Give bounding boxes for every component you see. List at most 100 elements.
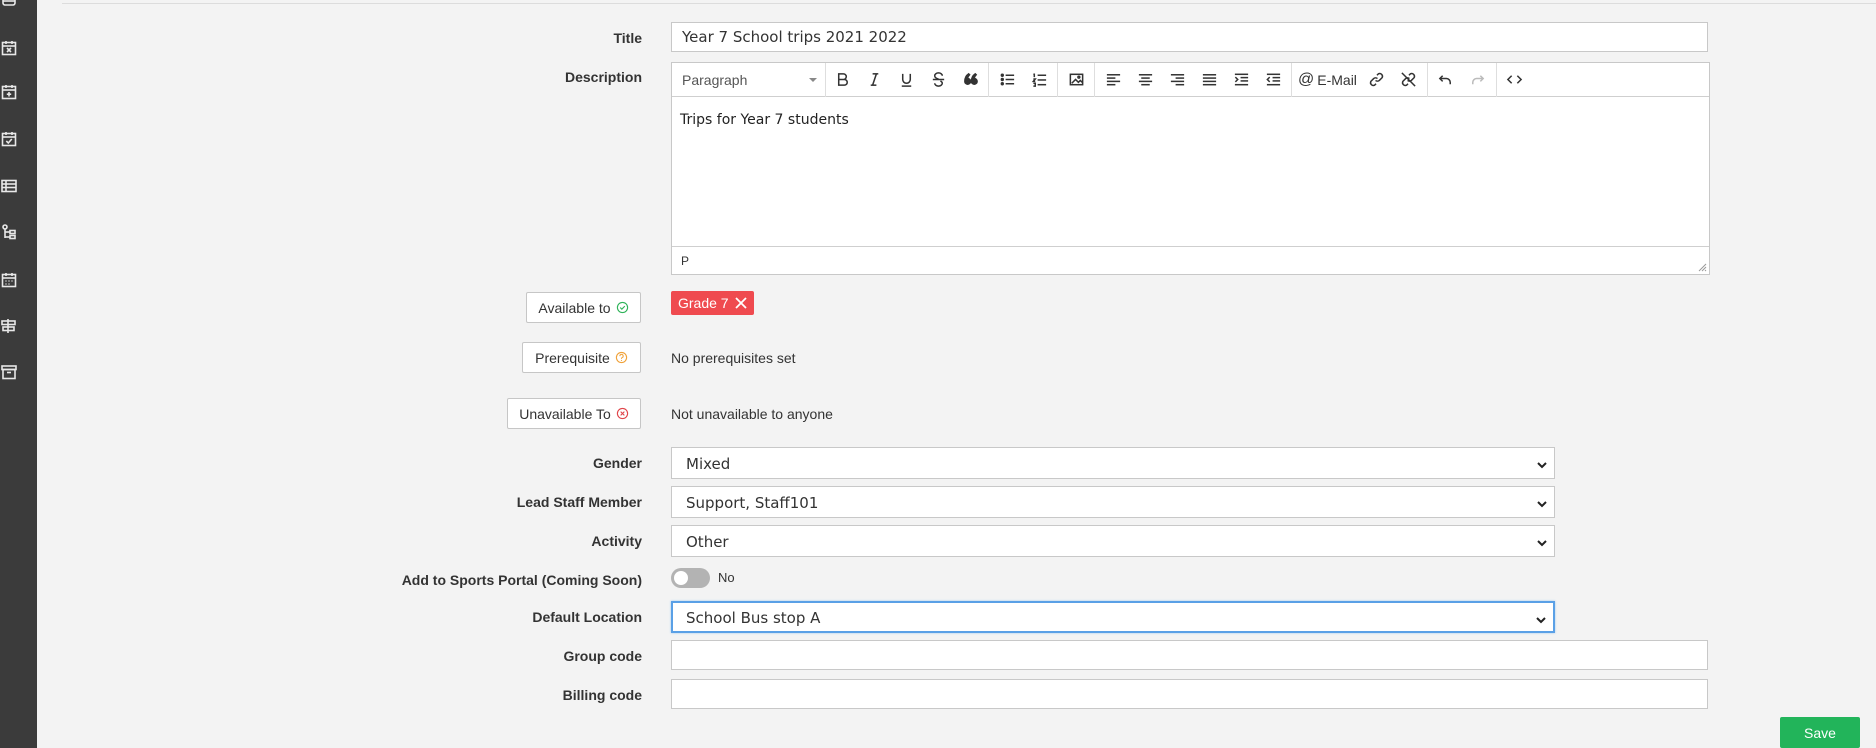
sports-portal-label: Add to Sports Portal (Coming Soon): [401, 572, 642, 588]
title-label: Title: [613, 30, 642, 46]
at-sign-icon: @: [1298, 70, 1315, 88]
editor-statusbar: P: [672, 246, 1709, 274]
calendar-grid-icon[interactable]: [0, 271, 18, 289]
prerequisite-label: Prerequisite: [535, 349, 610, 366]
user-hierarchy-icon[interactable]: [0, 223, 18, 241]
toolbar-separator: [1495, 62, 1497, 97]
available-to-button[interactable]: Available to: [526, 292, 641, 323]
available-tag-grade-7: Grade 7: [671, 291, 754, 315]
editor-content[interactable]: Trips for Year 7 students: [672, 98, 1709, 246]
default-location-label: Default Location: [532, 609, 642, 625]
gender-select[interactable]: Mixed: [671, 447, 1555, 479]
paragraph-format-select[interactable]: Paragraph: [672, 62, 826, 97]
quote-icon: [963, 72, 978, 85]
activity-select[interactable]: Other: [671, 525, 1555, 557]
signpost-icon[interactable]: [0, 317, 18, 335]
activity-label: Activity: [591, 533, 642, 549]
strikethrough-icon: [932, 72, 944, 87]
underline-button[interactable]: [894, 68, 918, 92]
source-code-button[interactable]: [1503, 68, 1527, 92]
unlink-icon: [1401, 72, 1417, 87]
redo-icon: [1472, 75, 1485, 85]
italic-button[interactable]: [862, 68, 886, 92]
align-right-icon: [1170, 74, 1184, 86]
editor-toolbar: Paragraph @ E-Mail: [672, 62, 1709, 97]
save-button[interactable]: Save: [1780, 717, 1860, 748]
element-path[interactable]: P: [681, 254, 689, 268]
toolbar-separator: [1291, 62, 1292, 97]
numbered-list-button[interactable]: [1027, 68, 1051, 92]
available-to-label: Available to: [538, 299, 611, 316]
toolbar-separator: [1057, 62, 1058, 97]
x-circle-icon: [616, 407, 628, 420]
lead-staff-label: Lead Staff Member: [516, 494, 642, 510]
gender-label: Gender: [592, 455, 642, 471]
insert-email-button[interactable]: @ E-Mail: [1298, 68, 1357, 92]
blockquote-button[interactable]: [958, 68, 982, 92]
numbered-list-icon: [1031, 73, 1046, 87]
chevron-down-icon: [1536, 496, 1548, 508]
justify-button[interactable]: [1197, 68, 1221, 92]
archive-icon[interactable]: [0, 363, 18, 381]
paragraph-format-value: Paragraph: [682, 71, 748, 88]
unavailable-to-label: Unavailable To: [519, 405, 611, 422]
indent-icon: [1234, 73, 1248, 86]
align-left-icon: [1106, 74, 1120, 86]
available-tag-label: Grade 7: [678, 295, 729, 311]
prerequisite-button[interactable]: Prerequisite: [522, 342, 641, 373]
bullet-list-button[interactable]: [995, 68, 1019, 92]
italic-icon: [870, 73, 878, 86]
toolbar-separator: [988, 62, 989, 97]
description-label: Description: [564, 69, 642, 85]
toggle-knob: [674, 571, 688, 585]
indent-button[interactable]: [1229, 68, 1253, 92]
align-right-button[interactable]: [1165, 68, 1189, 92]
chevron-down-icon: [1536, 457, 1548, 469]
underline-icon: [901, 73, 911, 87]
undo-button[interactable]: [1434, 68, 1458, 92]
group-code-input[interactable]: [671, 640, 1708, 670]
strikethrough-button[interactable]: [926, 68, 950, 92]
question-circle-icon: [615, 351, 628, 364]
resize-handle-icon[interactable]: [1698, 263, 1707, 272]
code-icon: [1507, 75, 1523, 84]
calendar-check-icon[interactable]: [0, 130, 18, 148]
link-icon: [1370, 72, 1384, 87]
bold-button[interactable]: [830, 68, 854, 92]
justify-icon: [1202, 74, 1216, 86]
email-button-label: E-Mail: [1317, 71, 1357, 88]
align-left-button[interactable]: [1101, 68, 1125, 92]
remove-link-button[interactable]: [1397, 68, 1421, 92]
close-icon[interactable]: [734, 297, 747, 309]
prerequisite-text: No prerequisites set: [671, 350, 796, 366]
calendar-plus-icon[interactable]: [0, 83, 18, 101]
bullet-list-icon: [1000, 73, 1014, 86]
calendar-x-icon[interactable]: [0, 39, 18, 57]
group-code-label: Group code: [563, 648, 642, 664]
title-input[interactable]: [671, 22, 1708, 52]
align-center-button[interactable]: [1133, 68, 1157, 92]
insert-link-button[interactable]: [1365, 68, 1389, 92]
billing-code-label: Billing code: [562, 687, 642, 703]
toolbar-separator: [1094, 62, 1095, 97]
table-icon[interactable]: [0, 177, 18, 195]
align-center-icon: [1138, 74, 1152, 86]
gender-value: Mixed: [686, 455, 731, 473]
bus-icon[interactable]: [0, 0, 18, 10]
check-circle-icon: [616, 301, 628, 314]
outdent-button[interactable]: [1261, 68, 1285, 92]
description-editor: Paragraph @ E-Mail Trips for Year 7 stud…: [671, 62, 1710, 275]
redo-button[interactable]: [1466, 68, 1490, 92]
insert-image-button[interactable]: [1064, 68, 1088, 92]
billing-code-input[interactable]: [671, 679, 1708, 709]
chevron-down-icon: [809, 77, 817, 82]
sports-portal-toggle[interactable]: [671, 568, 710, 588]
lead-staff-select[interactable]: Support, Staff101: [671, 486, 1555, 518]
unavailable-to-button[interactable]: Unavailable To: [507, 398, 641, 429]
undo-icon: [1439, 75, 1452, 85]
unavailable-text: Not unavailable to anyone: [671, 406, 833, 422]
lead-staff-value: Support, Staff101: [686, 494, 819, 512]
default-location-select[interactable]: School Bus stop A: [671, 601, 1555, 633]
toolbar-separator: [1426, 62, 1428, 97]
activity-value: Other: [686, 533, 729, 551]
